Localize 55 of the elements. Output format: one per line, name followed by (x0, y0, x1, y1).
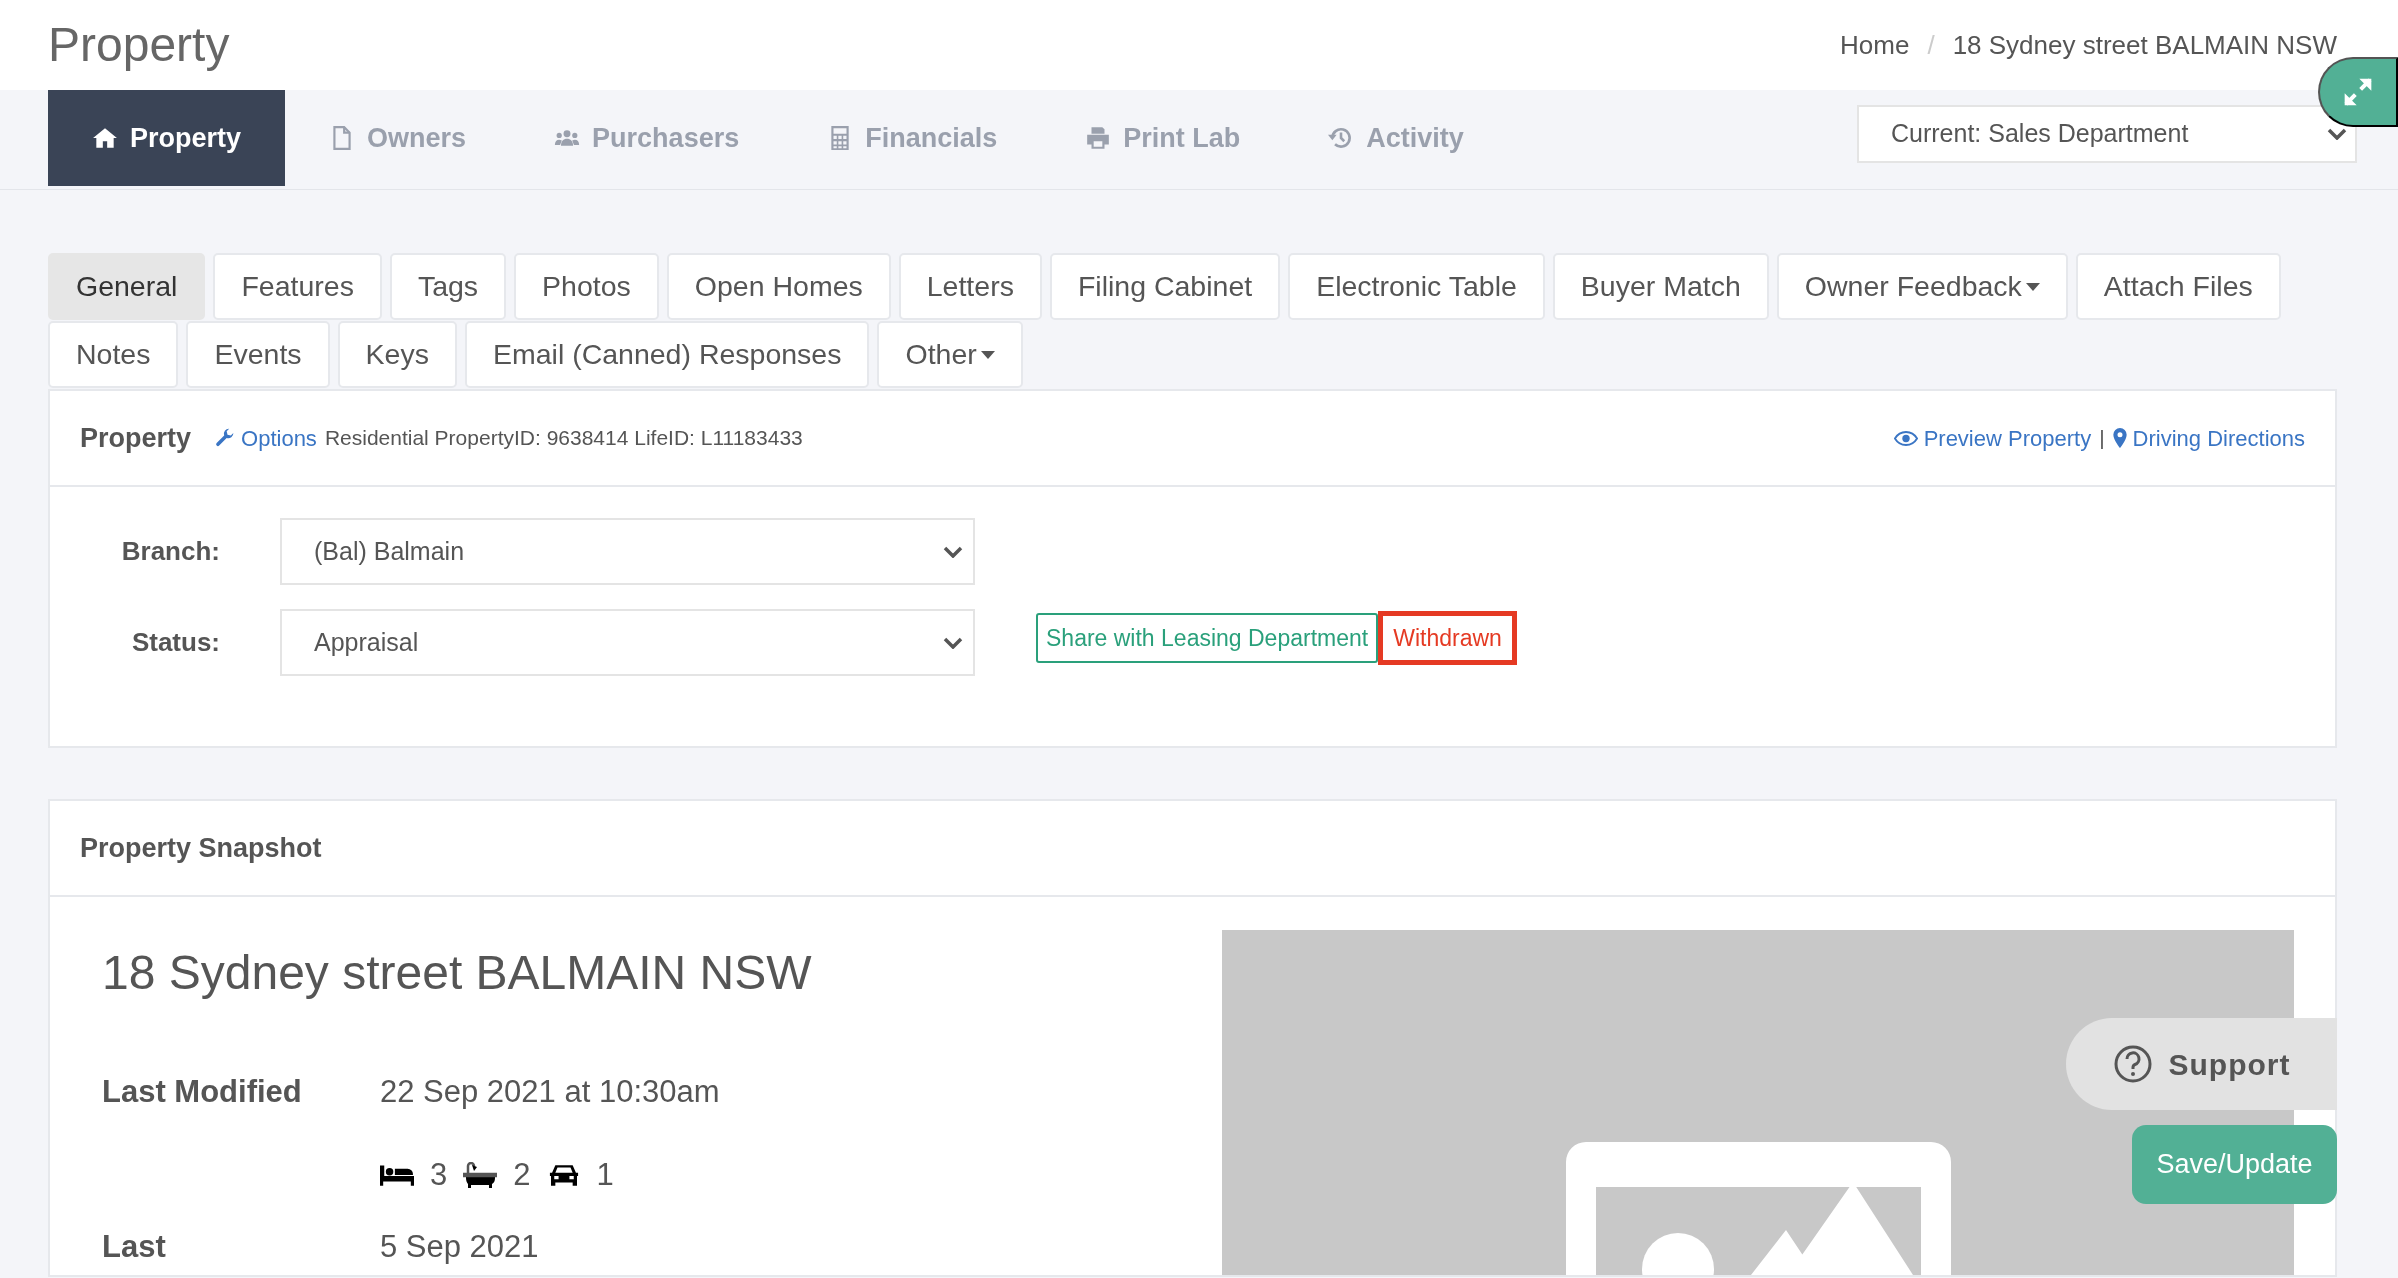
detail-value: 22 Sep 2021 at 10:30am (380, 1073, 720, 1111)
feature-count: 1 (596, 1155, 614, 1194)
select-field[interactable]: Appraisal (280, 609, 975, 676)
header-link[interactable]: Driving Directions (2112, 421, 2305, 455)
sub-tab[interactable]: Buyer Match (1552, 253, 1769, 320)
link-separator: | (2099, 425, 2105, 452)
property-info: Residential PropertyID: 9638414 LifeID: L11183433 (324, 425, 803, 452)
sub-tab[interactable]: Events (186, 321, 330, 388)
page-title: Property (48, 21, 230, 69)
chevron-down-icon (943, 545, 963, 558)
sub-tab[interactable]: Features (213, 253, 382, 320)
chevron-down-icon (2327, 128, 2347, 140)
sub-tab[interactable]: Email (Canned) Responses (464, 321, 870, 388)
breadcrumb-current: 18 Sydney street BALMAIN NSW (1952, 28, 2337, 62)
status-tag: Withdrawn (1378, 610, 1517, 665)
feature-count: 3 (430, 1155, 448, 1194)
sub-tab[interactable]: Filing Cabinet (1049, 253, 1281, 320)
sub-tab[interactable]: General (48, 253, 206, 320)
detail-value: 5 Sep 2021 (380, 1228, 539, 1266)
eye-icon (1893, 429, 1918, 447)
expand-icon (2342, 76, 2374, 108)
sub-tab[interactable]: Notes (48, 321, 179, 388)
detail-label: Last (102, 1228, 167, 1266)
panel-title: Property (80, 421, 192, 455)
options-link[interactable]: Options (215, 421, 317, 455)
wrench-icon (215, 428, 236, 448)
status-tag: Share with Leasing Department (1036, 612, 1379, 663)
sub-tab[interactable]: Owner Feedback (1776, 253, 2068, 320)
printer-icon (1085, 125, 1112, 151)
map-pin-icon (2112, 428, 2127, 448)
chevron-down-icon (943, 636, 963, 649)
sub-tab[interactable]: Photos (514, 253, 659, 320)
breadcrumb-link[interactable]: Home (1840, 25, 1910, 65)
sub-tab[interactable]: Attach Files (2075, 253, 2281, 320)
sub-tab[interactable]: Letters (898, 253, 1042, 320)
sub-tab[interactable]: Other (877, 321, 1023, 388)
nav-tab[interactable]: Property (48, 90, 286, 186)
bath-icon (463, 1161, 498, 1188)
help-icon (2112, 1044, 2153, 1084)
department-select[interactable]: Current: Sales Department (1857, 105, 2357, 163)
support-button[interactable]: Support (2066, 1018, 2337, 1110)
sub-tab[interactable]: Keys (337, 321, 457, 388)
expand-button[interactable] (2318, 57, 2398, 127)
property-address: 18 Sydney street BALMAIN NSW (102, 945, 812, 1001)
sub-tab[interactable]: Electronic Table (1288, 253, 1545, 320)
header-link[interactable]: Preview Property (1893, 421, 2092, 455)
field-label: Status: (130, 626, 220, 659)
breadcrumb-separator: / (1927, 28, 1935, 62)
feature-count: 2 (513, 1155, 531, 1194)
field-label: Branch: (120, 535, 220, 568)
sub-tab[interactable]: Tags (389, 253, 507, 320)
select-field[interactable]: (Bal) Balmain (280, 518, 975, 585)
sub-tab[interactable]: Open Homes (666, 253, 891, 320)
panel-title: Property Snapshot (80, 831, 322, 865)
detail-label: Last Modified (102, 1073, 303, 1111)
